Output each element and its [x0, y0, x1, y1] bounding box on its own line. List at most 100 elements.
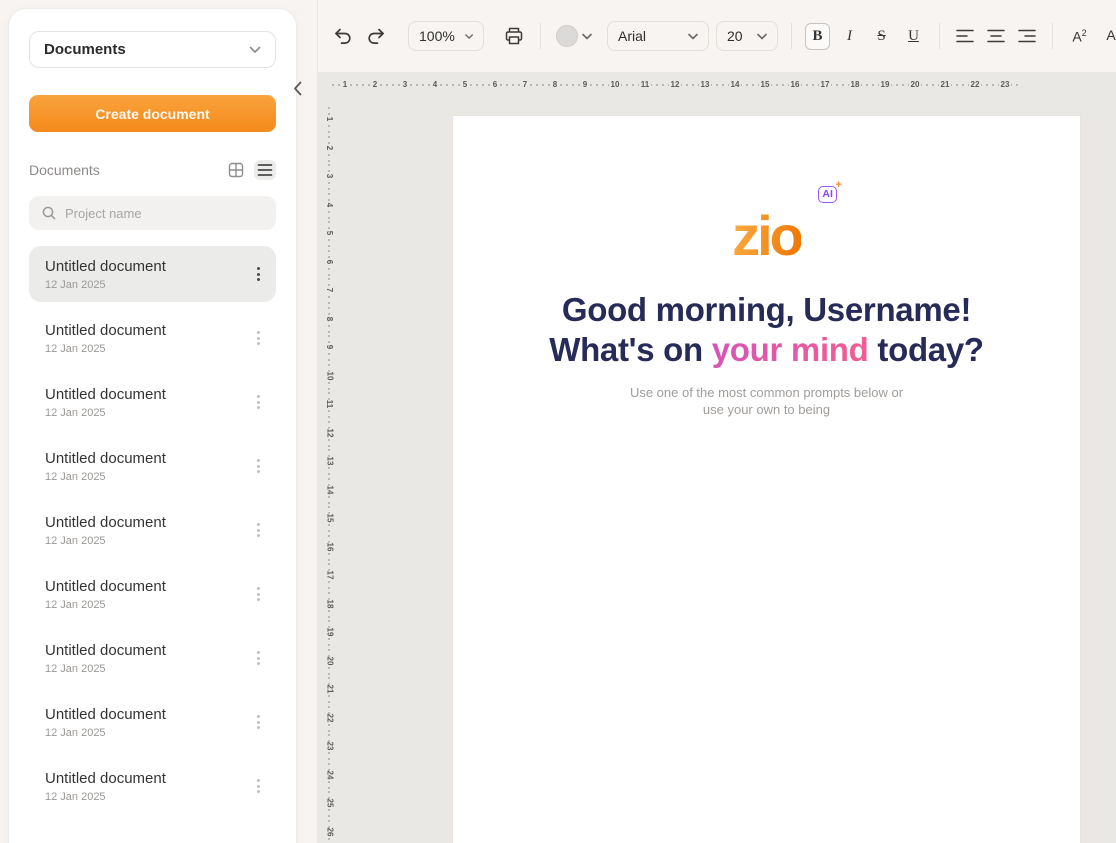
document-date: 12 Jan 2025	[45, 407, 166, 419]
document-list-item[interactable]: Untitled document 12 Jan 2025	[29, 694, 276, 750]
italic-button[interactable]: I	[837, 23, 862, 50]
ruler-tick-cell: 24	[321, 761, 337, 790]
chevron-down-icon	[465, 33, 473, 40]
ruler-tick-cell: 13	[690, 78, 720, 92]
document-list-item[interactable]: Untitled document 12 Jan 2025	[29, 758, 276, 814]
chevron-down-icon	[757, 33, 767, 40]
document-menu-button[interactable]	[251, 709, 266, 735]
align-center-button[interactable]	[984, 26, 1008, 46]
document-list-item[interactable]: Untitled document 12 Jan 2025	[29, 438, 276, 494]
ruler-tick-cell: 19	[870, 78, 900, 92]
documents-selector[interactable]: Documents	[29, 31, 276, 68]
ruler-tick-cell: 7	[321, 276, 337, 305]
document-title: Untitled document	[45, 578, 166, 595]
ai-badge: AI	[818, 186, 837, 203]
redo-button[interactable]	[363, 24, 389, 48]
create-document-button[interactable]: Create document	[29, 95, 276, 132]
chevron-down-icon	[688, 33, 698, 40]
document-list-item[interactable]: Untitled document 12 Jan 2025	[29, 502, 276, 558]
undo-button[interactable]	[330, 24, 356, 48]
strikethrough-button[interactable]: S	[869, 23, 894, 50]
underline-button[interactable]: U	[901, 23, 926, 50]
print-button[interactable]	[501, 23, 527, 49]
ruler-tick-cell: 16	[780, 78, 810, 92]
view-toggles	[224, 158, 276, 182]
document-item-texts: Untitled document 12 Jan 2025	[45, 322, 166, 355]
bold-button[interactable]: B	[805, 23, 830, 50]
document-date: 12 Jan 2025	[45, 343, 166, 355]
document-list-item[interactable]: Untitled document 12 Jan 2025	[29, 310, 276, 366]
chevron-down-icon	[582, 33, 592, 40]
document-menu-button[interactable]	[251, 773, 266, 799]
editor-main: 100% Arial 20 B I S U	[317, 0, 1116, 843]
workspace: 1234567891011121314151617181920212223 12…	[318, 72, 1116, 843]
grid-view-icon[interactable]	[224, 158, 248, 182]
ruler-tick-cell: 12	[321, 419, 337, 448]
document-menu-button[interactable]	[251, 645, 266, 671]
document-title: Untitled document	[45, 258, 166, 275]
document-menu-button[interactable]	[251, 325, 266, 351]
search-box	[29, 196, 276, 230]
ruler-tick-cell: 18	[321, 590, 337, 619]
document-date: 12 Jan 2025	[45, 727, 166, 739]
document-item-texts: Untitled document 12 Jan 2025	[45, 642, 166, 675]
list-view-icon[interactable]	[254, 160, 276, 180]
font-family-select[interactable]: Arial	[607, 21, 709, 51]
align-left-icon	[956, 29, 974, 43]
documents-list-header: Documents	[29, 158, 276, 182]
document-menu-button[interactable]	[251, 517, 266, 543]
toolbar-divider	[791, 23, 792, 49]
ruler-tick-cell: 20	[900, 78, 930, 92]
align-right-button[interactable]	[1015, 26, 1039, 46]
document-list-item[interactable]: Untitled document 12 Jan 2025	[29, 566, 276, 622]
document-date: 12 Jan 2025	[45, 791, 166, 803]
font-size-select[interactable]: 20	[716, 21, 778, 51]
collapse-sidebar-button[interactable]	[289, 81, 305, 99]
document-menu-button[interactable]	[251, 389, 266, 415]
ruler-tick-cell: 15	[321, 504, 337, 533]
printer-icon	[504, 26, 524, 46]
sidebar: Documents Create document Documents Unti…	[8, 8, 297, 843]
font-size-value: 20	[727, 28, 743, 44]
toolbar: 100% Arial 20 B I S U	[318, 0, 1116, 72]
document-list-item[interactable]: Untitled document 12 Jan 2025	[29, 630, 276, 686]
document-menu-button[interactable]	[251, 581, 266, 607]
document-menu-button[interactable]	[251, 453, 266, 479]
align-left-button[interactable]	[953, 26, 977, 46]
font-family-value: Arial	[618, 28, 646, 44]
zoom-select[interactable]: 100%	[408, 21, 484, 51]
document-item-texts: Untitled document 12 Jan 2025	[45, 258, 166, 291]
document-title: Untitled document	[45, 770, 166, 787]
align-right-icon	[1018, 29, 1036, 43]
ruler-tick-cell: 4	[321, 191, 337, 220]
document-page[interactable]: zio AI + Good morning, Username! What's …	[452, 115, 1081, 843]
ruler-tick-cell: 21	[930, 78, 960, 92]
ruler-tick-cell: 22	[321, 704, 337, 733]
ruler-tick-cell: 3	[390, 78, 420, 92]
toolbar-divider	[939, 23, 940, 49]
ai-badge-plus: +	[835, 179, 841, 191]
document-list: Untitled document 12 Jan 2025 Untitled d…	[29, 246, 276, 814]
ruler-tick-cell: 25	[321, 789, 337, 818]
document-menu-button[interactable]	[251, 261, 266, 287]
document-title: Untitled document	[45, 642, 166, 659]
zoom-value: 100%	[419, 28, 455, 44]
ruler-tick-cell: 23	[990, 78, 1020, 92]
greeting-line1: Good morning, Username!	[453, 290, 1080, 330]
text-color-picker[interactable]	[554, 23, 594, 49]
ruler-tick-cell: 2	[321, 134, 337, 163]
ruler-tick-cell: 11	[321, 390, 337, 419]
ruler-tick-cell: 10	[321, 362, 337, 391]
search-input[interactable]	[65, 206, 264, 221]
document-list-item[interactable]: Untitled document 12 Jan 2025	[29, 374, 276, 430]
superscript-button[interactable]: A2	[1066, 23, 1093, 50]
document-date: 12 Jan 2025	[45, 663, 166, 675]
subscript-button[interactable]: A2	[1100, 23, 1116, 50]
document-date: 12 Jan 2025	[45, 535, 166, 547]
ruler-tick-cell: 15	[750, 78, 780, 92]
document-list-item[interactable]: Untitled document 12 Jan 2025	[29, 246, 276, 302]
ruler-tick-cell: 6	[480, 78, 510, 92]
color-swatch	[556, 25, 578, 47]
document-item-texts: Untitled document 12 Jan 2025	[45, 578, 166, 611]
search-icon	[41, 205, 57, 221]
